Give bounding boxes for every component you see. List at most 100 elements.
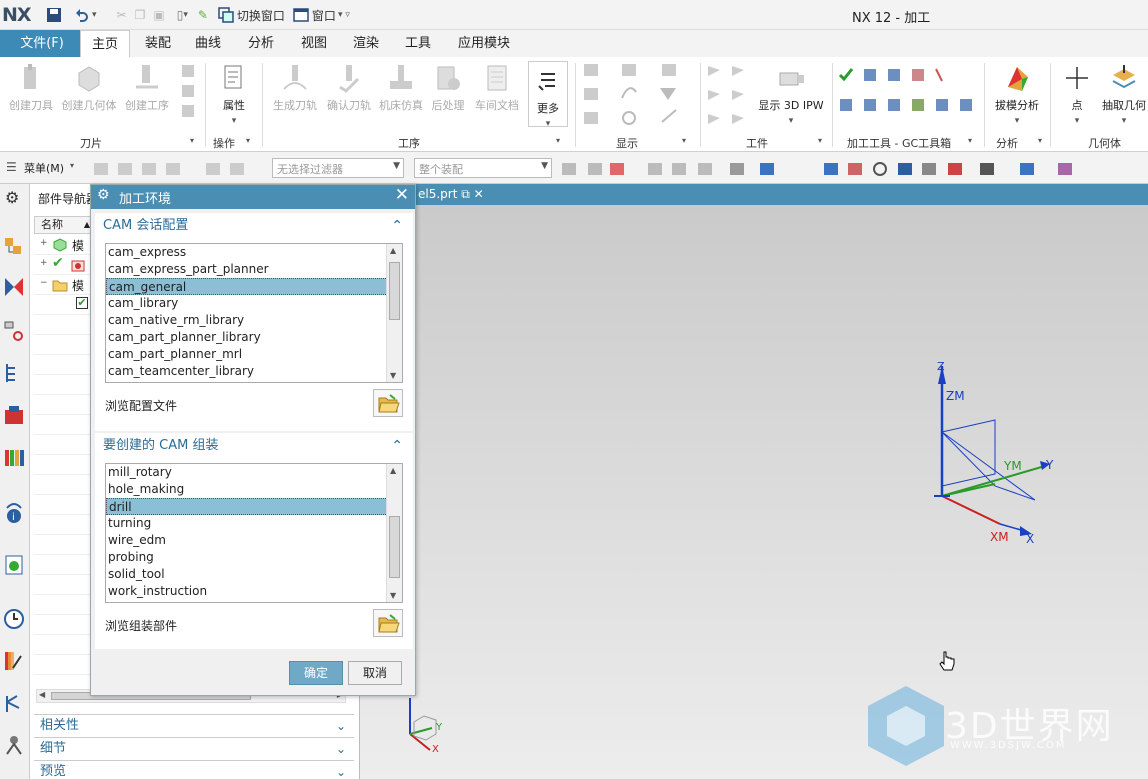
navigator-row[interactable]: + ✔ [34,255,94,275]
list-item[interactable]: cam_library [106,295,402,312]
cam-setup-header[interactable]: 要创建的 CAM 组装 ⌃ [95,433,413,459]
draft-analysis-button[interactable]: 拔模分析 ▾ [990,63,1044,126]
settings-gear-icon[interactable]: ⚙ [5,188,19,207]
document-tab[interactable]: el5.prt ⧉ ✕ [410,184,492,205]
mini-axis-label-x: X [432,744,439,754]
machine-tool-navigator-icon[interactable] [3,404,25,426]
tab-curve[interactable]: 曲线 [190,30,226,57]
create-operation-button[interactable]: 创建工序 [122,63,172,113]
list-item[interactable]: cam_native_rm_library [106,312,402,329]
part-navigator-icon[interactable] [3,320,25,342]
menu-button[interactable]: 菜单(M) [24,160,64,176]
list-item[interactable]: wire_edm [106,532,402,549]
reuse-library-icon[interactable] [3,446,25,468]
list-item[interactable]: cam_express_part_planner [106,261,402,278]
axis-label-x: X [1026,532,1034,546]
list-item[interactable]: cam_teamcenter_library [106,363,402,380]
assembly-scope-combo[interactable]: 整个装配 ▼ [414,158,552,178]
navigator-row[interactable]: − 模 [34,275,94,295]
graphics-window[interactable]: Z ZM YM Y XM X Y X 3D世界网 WWW.3DSJW.COM [360,184,1148,779]
nx-logo: NX [2,4,32,26]
new-doc-icon[interactable]: ▯ [177,8,184,22]
collapse-caret-icon[interactable]: ⌃ [391,213,403,239]
tab-application[interactable]: 应用模块 [452,30,516,57]
tab-assembly[interactable]: 装配 [140,30,176,57]
navigator-column-name[interactable]: 名称 ▲ [34,216,94,234]
web-browser-icon[interactable] [3,554,25,576]
undo-icon[interactable] [74,7,90,23]
open-folder-icon [378,394,400,413]
checkbox-icon[interactable]: ✔ [76,297,88,309]
list-scrollbar[interactable]: ▲ ▼ [386,244,402,382]
shop-doc-button[interactable]: 车间文档 [472,63,522,113]
list-item[interactable]: cam_part_planner_mrl [106,346,402,363]
tab-render[interactable]: 渲染 [348,30,384,57]
window-menu-button[interactable]: 窗口 [312,7,336,24]
checkmark-icon: ✔ [52,255,64,271]
document-close-icon[interactable]: ✕ [474,187,484,201]
list-scrollbar[interactable]: ▲ ▼ [386,464,402,602]
list-item[interactable]: work_instruction [106,583,402,600]
repeat-command-icon[interactable]: ✎ [198,8,208,22]
operation-navigator-icon[interactable] [3,362,25,384]
browse-config-button[interactable] [373,389,403,417]
dialog-title-bar[interactable]: ⚙ 加工环境 ✕ [91,185,415,209]
extract-geometry-button[interactable]: 抽取几何 ▾ [1100,63,1148,126]
more-button[interactable]: 更多 ▾ [528,61,568,129]
navigator-row[interactable]: ✔ [34,295,94,315]
save-icon[interactable] [46,7,62,23]
palette-icon[interactable] [3,650,25,672]
list-item[interactable]: mill_rotary [106,464,402,481]
browse-setup-button[interactable] [373,609,403,637]
generate-toolpath-button[interactable]: 生成刀轨 [270,63,320,113]
cam-session-config-list[interactable]: cam_express cam_express_part_planner cam… [105,243,403,383]
list-item[interactable]: probing [106,549,402,566]
process-studio-icon[interactable] [3,692,25,714]
accordion-preview[interactable]: 预览 ⌄ [34,760,354,779]
machine-simulation-button[interactable]: 机床仿真 [376,63,426,113]
navigator-row[interactable]: + 模 [34,235,94,255]
hd3d-tools-icon[interactable]: i [3,502,25,524]
accordion-details[interactable]: 细节 ⌄ [34,737,354,759]
list-item[interactable]: cam_part_planner_library [106,329,402,346]
dialog-close-button[interactable]: ✕ [395,185,409,205]
dialog-gear-icon[interactable]: ⚙ [97,187,110,203]
collapse-caret-icon[interactable]: ⌃ [391,433,403,459]
ok-button[interactable]: 确定 [289,661,343,685]
selection-filter-combo[interactable]: 无选择过滤器 ▼ [272,158,404,178]
cancel-button[interactable]: 取消 [348,661,402,685]
tab-file[interactable]: 文件(F) [0,30,84,57]
roles-icon[interactable] [3,734,25,756]
copy-icon[interactable]: ❐ [135,8,146,22]
list-item-selected[interactable]: drill [106,498,402,515]
switch-window-button[interactable]: 切换窗口 [237,7,285,24]
properties-button[interactable]: 属性 ▾ [212,63,256,126]
tab-home[interactable]: 主页 [80,30,130,57]
accordion-dependencies[interactable]: 相关性 ⌄ [34,714,354,736]
switch-window-icon [218,7,234,23]
list-item-selected[interactable]: cam_general [106,278,402,295]
tab-tools[interactable]: 工具 [400,30,436,57]
list-item[interactable]: solid_tool [106,566,402,583]
point-button[interactable]: 点 ▾ [1058,63,1096,126]
cut-icon[interactable]: ✂ [117,8,127,22]
history-icon[interactable] [3,608,25,630]
create-geometry-button[interactable]: 创建几何体 [60,63,118,113]
properties-icon [224,65,242,89]
postprocess-button[interactable]: 后处理 [428,63,468,113]
snap-point-icons [562,162,1072,176]
cam-session-config-header[interactable]: CAM 会话配置 ⌃ [95,213,413,239]
create-tool-button[interactable]: 创建刀具 [6,63,56,113]
assembly-navigator-icon[interactable] [3,236,25,258]
paste-icon[interactable]: ▣ [153,8,164,22]
constraint-navigator-icon[interactable] [3,276,25,298]
list-item[interactable]: turning [106,515,402,532]
show-3d-ipw-button[interactable]: 显示 3D IPW ▾ [756,63,826,126]
verify-toolpath-button[interactable]: 确认刀轨 [324,63,374,113]
list-item[interactable]: cam_express [106,244,402,261]
tab-view[interactable]: 视图 [296,30,332,57]
tab-analysis[interactable]: 分析 [243,30,279,57]
cam-setup-list[interactable]: mill_rotary hole_making drill turning wi… [105,463,403,603]
document-popout-icon[interactable]: ⧉ [461,187,470,201]
list-item[interactable]: hole_making [106,481,402,498]
